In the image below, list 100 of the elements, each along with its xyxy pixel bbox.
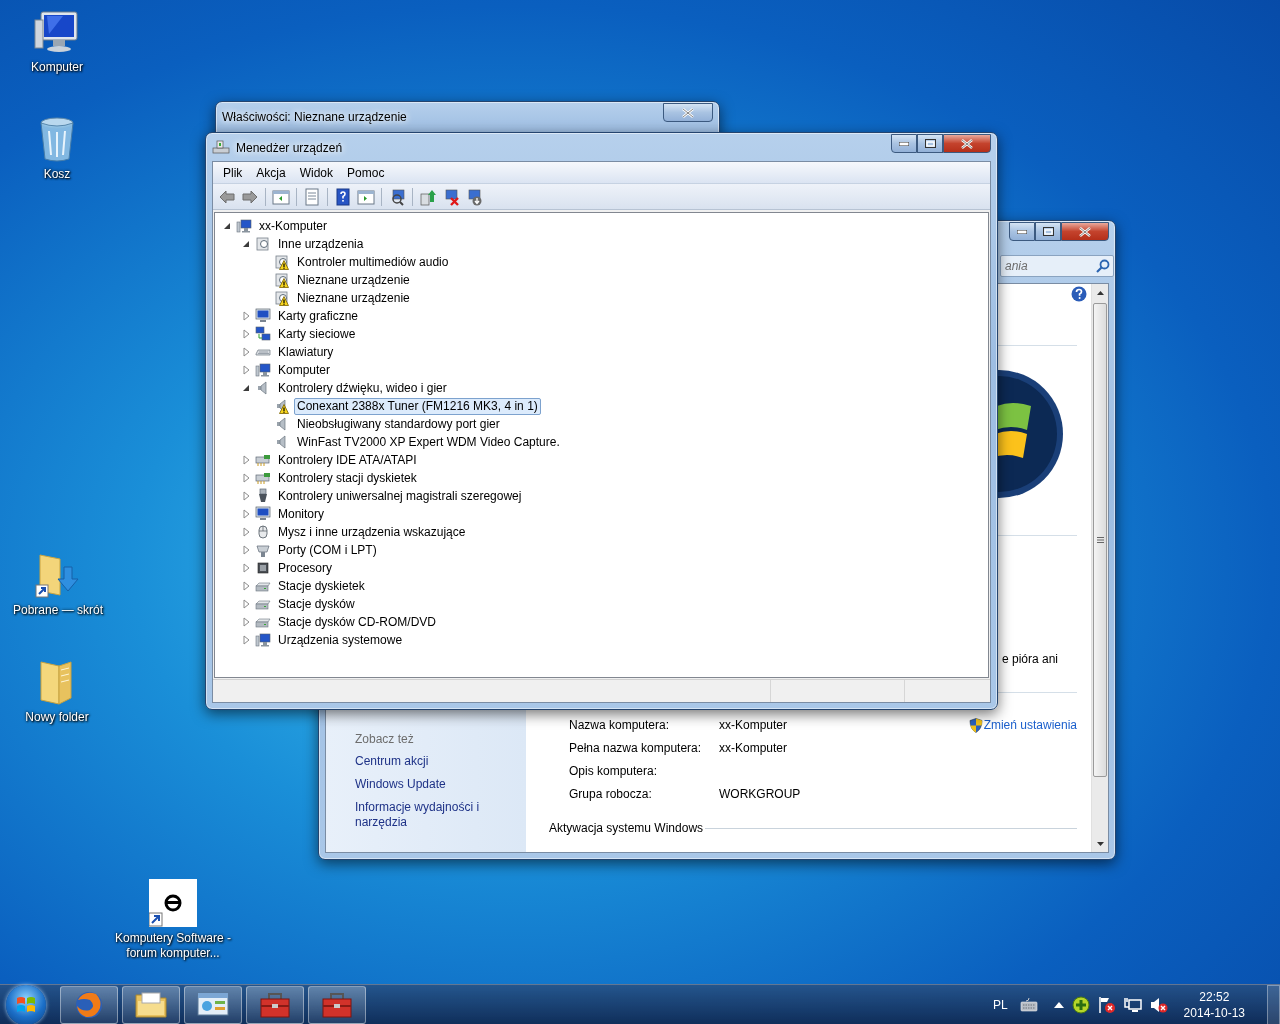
search-icon — [1096, 259, 1110, 273]
toolbox-icon — [321, 991, 353, 1019]
info-label: Opis komputera: — [569, 764, 659, 779]
info-label: Grupa robocza: — [569, 787, 653, 802]
tree-item[interactable]: WinFast TV2000 XP Expert WDM Video Capture. — [294, 433, 563, 451]
tree-item[interactable]: Komputer — [275, 361, 334, 379]
info-value: WORKGROUP — [719, 787, 802, 802]
speaker-muted-icon[interactable] — [1149, 996, 1168, 1014]
tree-item[interactable]: Procesory — [275, 559, 336, 577]
clock-date[interactable]: 2014-10-13 — [1183, 1005, 1245, 1021]
tree-item[interactable]: Stacje dysków CD-ROM/DVD — [275, 613, 440, 631]
maximize-button[interactable] — [917, 134, 943, 153]
menu-item[interactable]: Plik — [217, 163, 249, 182]
language-indicator[interactable]: PL — [992, 998, 1008, 1012]
device-icon — [255, 236, 271, 252]
flag-error-icon[interactable] — [1097, 996, 1116, 1014]
tree-item[interactable]: Karty sieciowe — [275, 325, 359, 343]
window-title: Menedżer urządzeń — [236, 141, 343, 155]
taskbar-button[interactable] — [308, 986, 366, 1024]
tree-pane-icon — [272, 187, 290, 206]
show-hidden-icons-icon[interactable] — [1053, 1002, 1064, 1008]
scroll-up-icon[interactable] — [1096, 290, 1104, 295]
plus-icon[interactable] — [1071, 996, 1090, 1014]
close-button[interactable] — [1061, 222, 1109, 241]
show-desktop-button[interactable] — [1267, 985, 1280, 1024]
tree-item[interactable]: Kontrolery uniwersalnej magistrali szeregowej — [275, 487, 525, 505]
tree-item[interactable]: Klawiatury — [275, 343, 337, 361]
controller-icon — [255, 470, 271, 486]
tree-item[interactable]: Urządzenia systemowe — [275, 631, 406, 649]
tree-item[interactable]: xx-Komputer — [256, 217, 331, 235]
tree-item[interactable]: Stacje dysków — [275, 595, 358, 613]
computer-icon — [255, 632, 271, 648]
search-field[interactable]: ania — [1000, 255, 1114, 277]
window-title: Właściwości: Nieznane urządzenie — [222, 110, 407, 124]
maximize-button[interactable] — [1035, 222, 1061, 241]
scroll-down-icon[interactable] — [1096, 841, 1104, 846]
help-icon[interactable] — [1071, 286, 1087, 302]
info-value: xx-Komputer — [719, 741, 789, 756]
toolbox-icon — [259, 991, 291, 1019]
tree-item[interactable]: Karty graficzne — [275, 307, 362, 325]
side-link[interactable]: Informacje wydajności i narzędzia — [355, 800, 505, 830]
desktop-icon-label[interactable]: Kosz — [43, 167, 71, 182]
section-heading: Aktywacja systemu Windows — [549, 821, 704, 836]
tree-item[interactable]: Stacje dyskietek — [275, 577, 368, 595]
partial-text: e pióra ani — [1001, 652, 1060, 666]
menu-item[interactable]: Akcja — [250, 163, 292, 182]
network-icon — [255, 326, 271, 342]
port-icon — [255, 542, 271, 558]
device-manager-icon — [212, 139, 230, 155]
change-settings-link[interactable]: Zmień ustawienia — [968, 718, 1077, 733]
tree-item[interactable]: Kontrolery IDE ATA/ATAPI — [275, 451, 420, 469]
device-remove-icon — [442, 187, 460, 206]
computer-icon — [236, 218, 252, 234]
tree-item[interactable]: Nieznane urządzenie — [294, 271, 413, 289]
taskbar-button[interactable] — [246, 986, 304, 1024]
network-icon[interactable] — [1123, 996, 1142, 1014]
tree-item[interactable]: Kontrolery dźwięku, wideo i gier — [275, 379, 450, 397]
windows-flag-icon — [16, 995, 36, 1015]
scrollbar-thumb[interactable] — [1093, 303, 1107, 777]
clock-time[interactable]: 22:52 — [1199, 989, 1230, 1005]
tree-item[interactable]: Monitory — [275, 505, 327, 523]
desktop-icon-label[interactable]: Komputery Software - forum komputer... — [113, 931, 233, 961]
desktop-icon-label[interactable]: Komputer — [31, 60, 83, 75]
taskbar-button[interactable] — [122, 986, 180, 1024]
scrollbar[interactable] — [1091, 284, 1108, 852]
computer-icon — [255, 362, 271, 378]
info-label: Nazwa komputera: — [569, 718, 671, 733]
properties-icon — [303, 187, 321, 206]
tree-item[interactable]: Porty (COM i LPT) — [275, 541, 380, 559]
close-button[interactable] — [943, 134, 991, 153]
monitor-icon — [255, 506, 271, 522]
tree-item[interactable]: Nieznane urządzenie — [294, 289, 413, 307]
menu-item[interactable]: Widok — [293, 163, 340, 182]
minimize-button[interactable] — [1009, 222, 1035, 241]
maximize-icon — [924, 139, 936, 148]
tree-item[interactable]: Nieobsługiwany standardowy port gier — [294, 415, 503, 433]
action-pane-icon — [357, 187, 375, 206]
tree-item[interactable]: Kontroler multimediów audio — [294, 253, 452, 271]
taskbar-button[interactable] — [184, 986, 242, 1024]
tree-item[interactable]: Kontrolery stacji dyskietek — [275, 469, 420, 487]
side-link[interactable]: Centrum akcji — [355, 754, 505, 769]
side-link[interactable]: Windows Update — [355, 777, 505, 792]
window-icon — [197, 991, 229, 1019]
desktop-icon-label[interactable]: Pobrane — skrót — [12, 603, 103, 618]
menu-item[interactable]: Pomoc — [341, 163, 391, 182]
tree-item[interactable]: Conexant 2388x Tuner (FM1216 MK3, 4 in 1) — [294, 397, 541, 415]
start-button[interactable] — [6, 985, 46, 1024]
minimize-button[interactable] — [891, 134, 917, 153]
folder-icon — [135, 991, 167, 1019]
desktop-icon-label[interactable]: Nowy folder — [25, 710, 89, 725]
tree-item[interactable]: Inne urządzenia — [275, 235, 367, 253]
tree-item[interactable]: Mysz i inne urządzenia wskazujące — [275, 523, 469, 541]
close-button[interactable] — [663, 103, 713, 122]
keyboard-icon[interactable] — [1019, 998, 1038, 1012]
info-label: Pełna nazwa komputera: — [569, 741, 703, 756]
grip-icon — [1096, 537, 1104, 543]
taskbar-button[interactable] — [60, 986, 118, 1024]
help-icon — [334, 187, 352, 206]
close-icon — [1079, 226, 1091, 237]
web-shortcut-icon — [149, 879, 197, 927]
